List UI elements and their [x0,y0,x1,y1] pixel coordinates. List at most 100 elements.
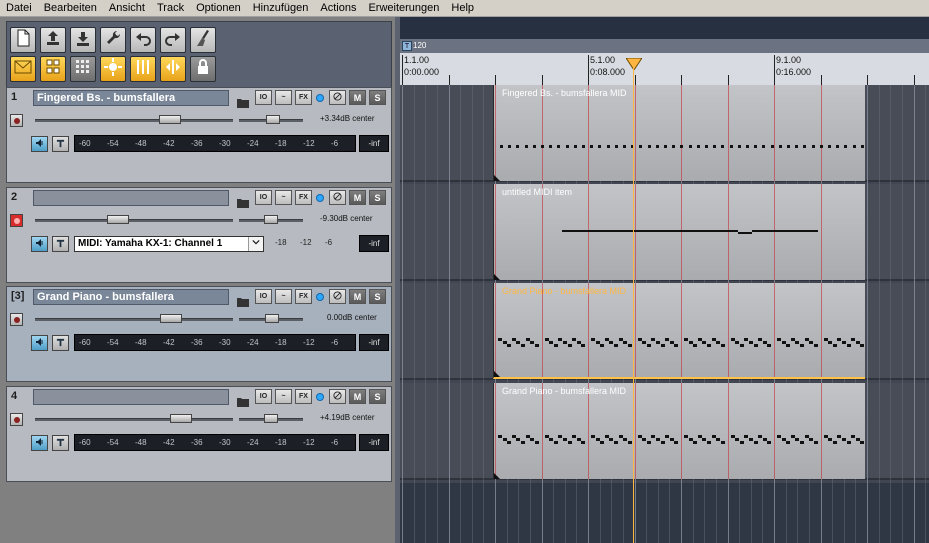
upload-button[interactable] [40,27,66,53]
track-envelope-button[interactable]: ~ [275,289,292,304]
pan-fader-knob[interactable] [266,115,280,124]
track-envelope-button[interactable]: ~ [275,389,292,404]
track-name-field[interactable] [33,389,229,405]
undo-button[interactable] [130,27,156,53]
redo-button[interactable] [160,27,186,53]
menu-track[interactable]: Track [157,2,184,14]
volume-fader-track[interactable] [35,119,233,122]
peak-readout[interactable]: -inf [359,434,389,451]
track-1[interactable]: 1 Fingered Bs. - bumsfallera IO ~ FX M S +3.34d… [6,87,392,183]
monitor-button[interactable] [31,335,48,351]
track-envelope-button[interactable]: ~ [275,190,292,205]
midi-item[interactable]: untitled MIDI item [493,184,865,280]
track-name-field[interactable]: Fingered Bs. - bumsfallera [33,90,229,106]
phase-invert-button[interactable] [329,389,346,404]
item-corner-handle[interactable] [494,274,500,280]
tempo-marker-icon[interactable]: T [402,41,412,51]
input-type-button[interactable] [52,435,69,451]
track-2[interactable]: 2 IO ~ FX M S -9.30dB center MIDI: Yamaha KX-1:… [6,187,392,283]
phase-led-icon[interactable] [316,94,324,102]
track-io-button[interactable]: IO [255,289,272,304]
arrange-view[interactable]: T 120 1.1.00 0:00.000 5.1.00 0:08.000 9.1.00… [400,17,929,543]
track-fx-button[interactable]: FX [295,90,312,105]
grid-dots-button[interactable] [70,56,96,82]
solo-button[interactable]: S [369,90,386,105]
mute-button[interactable]: M [349,289,366,304]
record-arm-button[interactable] [10,413,23,426]
pan-fader-knob[interactable] [264,414,278,423]
track-io-button[interactable]: IO [255,190,272,205]
monitor-button[interactable] [31,136,48,152]
midi-item[interactable]: Grand Piano - bumsfallera MID [493,283,865,379]
menu-bearbeiten[interactable]: Bearbeiten [44,2,97,14]
empty-arrange-area[interactable] [400,483,929,543]
folder-icon[interactable] [237,392,249,407]
bars-button[interactable] [130,56,156,82]
input-type-button[interactable] [52,335,69,351]
chevron-down-icon[interactable] [248,237,263,251]
track-3[interactable]: [3] Grand Piano - bumsfallera IO ~ FX M S 0.00d… [6,286,392,382]
broom-button[interactable] [190,27,216,53]
volume-fader-knob[interactable] [159,115,181,124]
split-button[interactable] [160,56,186,82]
mute-button[interactable]: M [349,90,366,105]
edit-cursor-marker-icon[interactable] [625,55,643,71]
phase-invert-button[interactable] [329,289,346,304]
menu-help[interactable]: Help [451,2,474,14]
menu-hinzufügen[interactable]: Hinzufügen [253,2,309,14]
solo-button[interactable]: S [369,190,386,205]
menu-ansicht[interactable]: Ansicht [109,2,145,14]
envelope-button[interactable] [10,56,36,82]
mute-button[interactable]: M [349,389,366,404]
track-name-field[interactable] [33,190,229,206]
pan-fader-knob[interactable] [265,314,279,323]
phase-invert-button[interactable] [329,190,346,205]
pan-fader-knob[interactable] [264,215,278,224]
folder-icon[interactable] [237,93,249,108]
solo-button[interactable]: S [369,289,386,304]
track-io-button[interactable]: IO [255,389,272,404]
item-corner-handle[interactable] [494,175,500,181]
download-button[interactable] [70,27,96,53]
peak-readout[interactable]: -inf [359,334,389,351]
folder-icon[interactable] [237,292,249,307]
record-arm-button[interactable] [10,114,23,127]
menu-optionen[interactable]: Optionen [196,2,241,14]
phase-led-icon[interactable] [316,194,324,202]
track-name-field[interactable]: Grand Piano - bumsfallera [33,289,229,305]
track-4[interactable]: 4 IO ~ FX M S +4.19dB center -60 -54 -48 -42 -36 -30… [6,386,392,482]
track-envelope-button[interactable]: ~ [275,90,292,105]
tempo-strip[interactable]: T 120 [400,39,929,53]
track-fx-button[interactable]: FX [295,389,312,404]
item-corner-handle[interactable] [494,473,500,479]
burst-button[interactable] [100,56,126,82]
lock-button[interactable] [190,56,216,82]
volume-fader-knob[interactable] [170,414,192,423]
volume-fader-knob[interactable] [160,314,182,323]
monitor-button[interactable] [31,435,48,451]
track-fx-button[interactable]: FX [295,289,312,304]
midi-input-select[interactable]: MIDI: Yamaha KX-1: Channel 1 [74,236,264,252]
input-type-button[interactable] [52,136,69,152]
solo-button[interactable]: S [369,389,386,404]
grid-items-button[interactable] [40,56,66,82]
peak-readout[interactable]: -inf [359,235,389,252]
record-arm-button[interactable] [10,214,23,227]
wrench-button[interactable] [100,27,126,53]
folder-icon[interactable] [237,193,249,208]
peak-readout[interactable]: -inf [359,135,389,152]
phase-invert-button[interactable] [329,90,346,105]
menu-erweiterungen[interactable]: Erweiterungen [368,2,439,14]
phase-led-icon[interactable] [316,293,324,301]
menu-datei[interactable]: Datei [6,2,32,14]
menu-actions[interactable]: Actions [320,2,356,14]
volume-fader-track[interactable] [35,318,233,321]
track-fx-button[interactable]: FX [295,190,312,205]
new-file-button[interactable] [10,27,36,53]
volume-fader-track[interactable] [35,418,233,421]
monitor-button[interactable] [31,236,48,252]
timeline-ruler[interactable]: T 120 1.1.00 0:00.000 5.1.00 0:08.000 9.1.00… [400,39,929,106]
input-type-button[interactable] [52,236,69,252]
midi-item[interactable]: Fingered Bs. - bumsfallera MID [493,85,865,181]
volume-fader-track[interactable] [35,219,233,222]
